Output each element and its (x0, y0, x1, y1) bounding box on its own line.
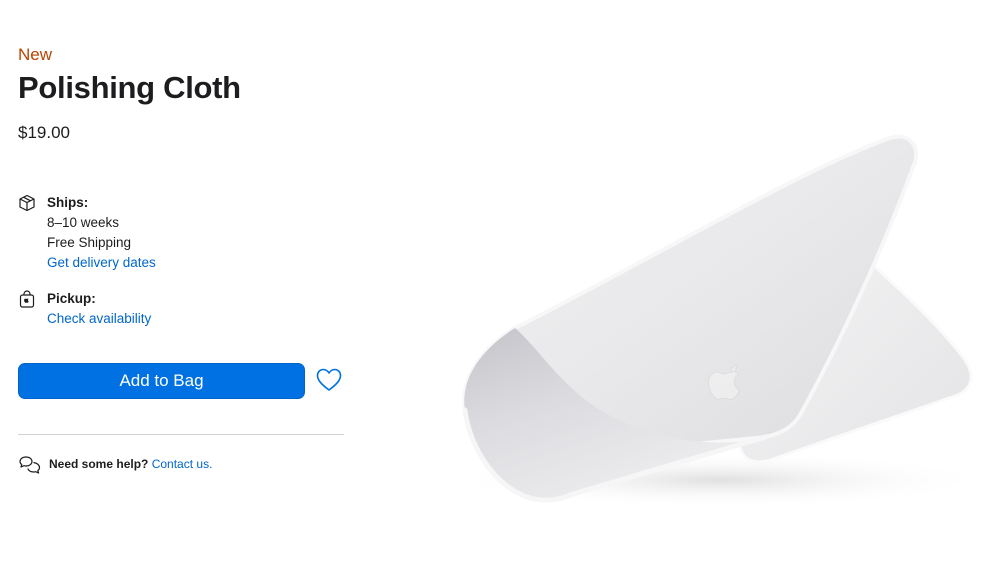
shipping-cost: Free Shipping (47, 235, 132, 250)
box-icon (19, 194, 35, 212)
product-page: New Polishing Cloth $19.00 Ships: 8–10 w… (0, 0, 1000, 576)
delivery-dates-link[interactable]: Get delivery dates (47, 253, 338, 273)
store-bag-icon (19, 290, 35, 308)
ship-timeframe: 8–10 weeks (47, 215, 120, 230)
polishing-cloth-image (450, 134, 990, 508)
pickup-info: Pickup: Check availability (18, 289, 338, 329)
product-title: Polishing Cloth (18, 70, 241, 105)
help-row: Need some help? Contact us. (18, 455, 213, 474)
new-badge: New (18, 45, 53, 64)
help-prompt: Need some help? (49, 457, 149, 471)
ships-label: Ships: (47, 195, 89, 210)
contact-us-link[interactable]: Contact us. (152, 457, 213, 471)
add-to-bag-button[interactable]: Add to Bag (18, 363, 305, 399)
check-availability-link[interactable]: Check availability (47, 309, 338, 329)
pickup-label: Pickup: (47, 291, 96, 306)
heart-icon[interactable] (315, 367, 343, 393)
product-price: $19.00 (18, 123, 70, 142)
divider (18, 434, 344, 435)
shipping-info: Ships: 8–10 weeks Free Shipping Get deli… (18, 193, 338, 273)
chat-bubbles-icon (19, 456, 41, 474)
